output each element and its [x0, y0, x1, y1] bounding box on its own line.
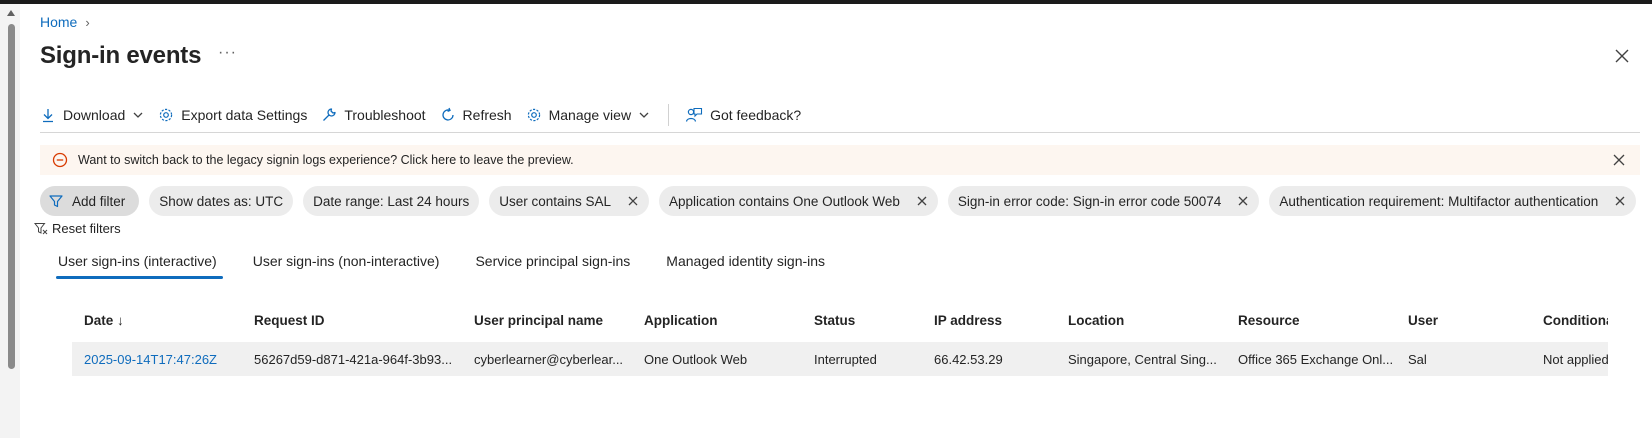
- filter-pill-show-dates[interactable]: Show dates as: UTC: [149, 186, 294, 216]
- cell-request-id: 56267d59-d871-421a-964f-3b93...: [254, 351, 453, 367]
- cell-date-link[interactable]: 2025-09-14T17:47:26Z: [72, 352, 242, 367]
- filter-pill-auth-requirement[interactable]: Authentication requirement: Multifactor …: [1269, 186, 1637, 216]
- filter-pill-label: Authentication requirement: Multifactor …: [1279, 193, 1599, 209]
- cell-ip: 66.42.53.29: [934, 351, 1003, 367]
- cell-conditional-access: Not applied: [1543, 351, 1608, 367]
- export-settings-button[interactable]: Export data Settings: [158, 100, 307, 130]
- cell-status: Interrupted: [814, 351, 877, 367]
- column-header-location[interactable]: Location: [1056, 313, 1226, 328]
- cell-user: Sal: [1408, 351, 1427, 367]
- gear-icon: [527, 108, 540, 122]
- scroll-up-arrow-icon[interactable]: [7, 10, 15, 16]
- signin-type-tabs: User sign-ins (interactive) User sign-in…: [56, 251, 861, 279]
- feedback-label: Got feedback?: [710, 107, 802, 123]
- chevron-down-icon: [639, 112, 649, 118]
- troubleshoot-button[interactable]: Troubleshoot: [321, 100, 426, 130]
- refresh-button[interactable]: Refresh: [440, 100, 512, 130]
- gear-icon: [160, 108, 173, 122]
- column-header-conditional-access[interactable]: Conditiona: [1531, 313, 1608, 328]
- chevron-right-icon: ›: [85, 14, 90, 30]
- filter-pill-label: Show dates as: UTC: [159, 193, 284, 209]
- cell-resource: Office 365 Exchange Onl...: [1238, 351, 1394, 367]
- banner-text[interactable]: Want to switch back to the legacy signin…: [78, 153, 574, 167]
- filter-pill-label: Date range: Last 24 hours: [313, 193, 470, 209]
- column-header-date[interactable]: Date ↓: [72, 313, 242, 328]
- signin-table: Date ↓ Request ID User principal name Ap…: [72, 302, 1608, 376]
- reset-filters-button[interactable]: Reset filters: [34, 221, 121, 236]
- manage-view-button[interactable]: Manage view: [526, 100, 651, 130]
- column-header-application[interactable]: Application: [632, 313, 802, 328]
- warning-circle-icon: [52, 152, 68, 168]
- refresh-label: Refresh: [462, 107, 512, 123]
- remove-filter-icon[interactable]: [916, 195, 928, 207]
- column-header-status[interactable]: Status: [802, 313, 922, 328]
- close-icon[interactable]: [1612, 46, 1632, 66]
- tab-user-non-interactive[interactable]: User sign-ins (non-interactive): [253, 251, 440, 279]
- add-filter-button[interactable]: Add filter: [40, 186, 140, 216]
- remove-filter-icon[interactable]: [1237, 195, 1249, 207]
- feedback-person-icon: [685, 107, 703, 122]
- toolbar-divider-line: [40, 132, 1640, 133]
- page-title: Sign-in events: [40, 42, 202, 69]
- filter-pill-error-code[interactable]: Sign-in error code: Sign-in error code 5…: [947, 186, 1260, 216]
- top-frame-bar: [0, 0, 1652, 4]
- export-settings-label: Export data Settings: [181, 107, 308, 123]
- filter-pill-date-range[interactable]: Date range: Last 24 hours: [303, 186, 480, 216]
- feedback-button[interactable]: Got feedback?: [685, 100, 801, 130]
- table-row[interactable]: 2025-09-14T17:47:26Z 56267d59-d871-421a-…: [72, 342, 1608, 376]
- reset-filters-label: Reset filters: [52, 221, 121, 236]
- toolbar-divider: [668, 104, 670, 126]
- remove-filter-icon[interactable]: [627, 195, 639, 207]
- cell-application: One Outlook Web: [644, 351, 748, 367]
- download-icon: [43, 109, 53, 123]
- manage-view-label: Manage view: [548, 107, 632, 123]
- breadcrumb: Home ›: [40, 14, 90, 30]
- chevron-down-icon: [133, 112, 143, 118]
- tab-managed-identity[interactable]: Managed identity sign-ins: [666, 251, 825, 279]
- cell-location: Singapore, Central Sing...: [1068, 351, 1217, 367]
- download-button[interactable]: Download: [40, 100, 144, 130]
- column-header-ip[interactable]: IP address: [922, 313, 1056, 328]
- vertical-scrollbar[interactable]: [0, 4, 20, 438]
- remove-filter-icon[interactable]: [1614, 195, 1626, 207]
- table-header: Date ↓ Request ID User principal name Ap…: [72, 302, 1608, 338]
- filter-bar: Add filter Show dates as: UTC Date range…: [40, 186, 1637, 216]
- wrench-icon: [323, 108, 336, 121]
- tab-service-principal[interactable]: Service principal sign-ins: [475, 251, 630, 279]
- column-header-request-id[interactable]: Request ID: [242, 313, 462, 328]
- preview-banner[interactable]: Want to switch back to the legacy signin…: [40, 145, 1640, 175]
- column-header-user[interactable]: User: [1396, 313, 1531, 328]
- add-filter-label: Add filter: [72, 193, 126, 209]
- refresh-icon: [441, 107, 454, 121]
- breadcrumb-home-link[interactable]: Home: [40, 14, 77, 30]
- clear-filter-icon: [34, 222, 48, 234]
- filter-icon: [49, 195, 63, 208]
- filter-pill-label: Sign-in error code: Sign-in error code 5…: [957, 193, 1222, 209]
- filter-pill-label: User contains SAL: [499, 193, 612, 209]
- command-bar: Download Export data Settings Troublesho…: [40, 100, 1640, 130]
- column-header-upn[interactable]: User principal name: [462, 313, 632, 328]
- tab-user-interactive[interactable]: User sign-ins (interactive): [56, 251, 223, 279]
- close-icon[interactable]: [1612, 153, 1626, 167]
- column-header-resource[interactable]: Resource: [1226, 313, 1396, 328]
- filter-pill-label: Application contains One Outlook Web: [669, 193, 900, 209]
- scrollbar-thumb[interactable]: [8, 24, 15, 369]
- download-label: Download: [63, 107, 126, 123]
- filter-pill-application[interactable]: Application contains One Outlook Web: [659, 186, 938, 216]
- more-options-button[interactable]: ···: [218, 44, 237, 62]
- filter-pill-user[interactable]: User contains SAL: [489, 186, 650, 216]
- troubleshoot-label: Troubleshoot: [344, 107, 426, 123]
- cell-upn: cyberlearner@cyberlear...: [474, 351, 624, 367]
